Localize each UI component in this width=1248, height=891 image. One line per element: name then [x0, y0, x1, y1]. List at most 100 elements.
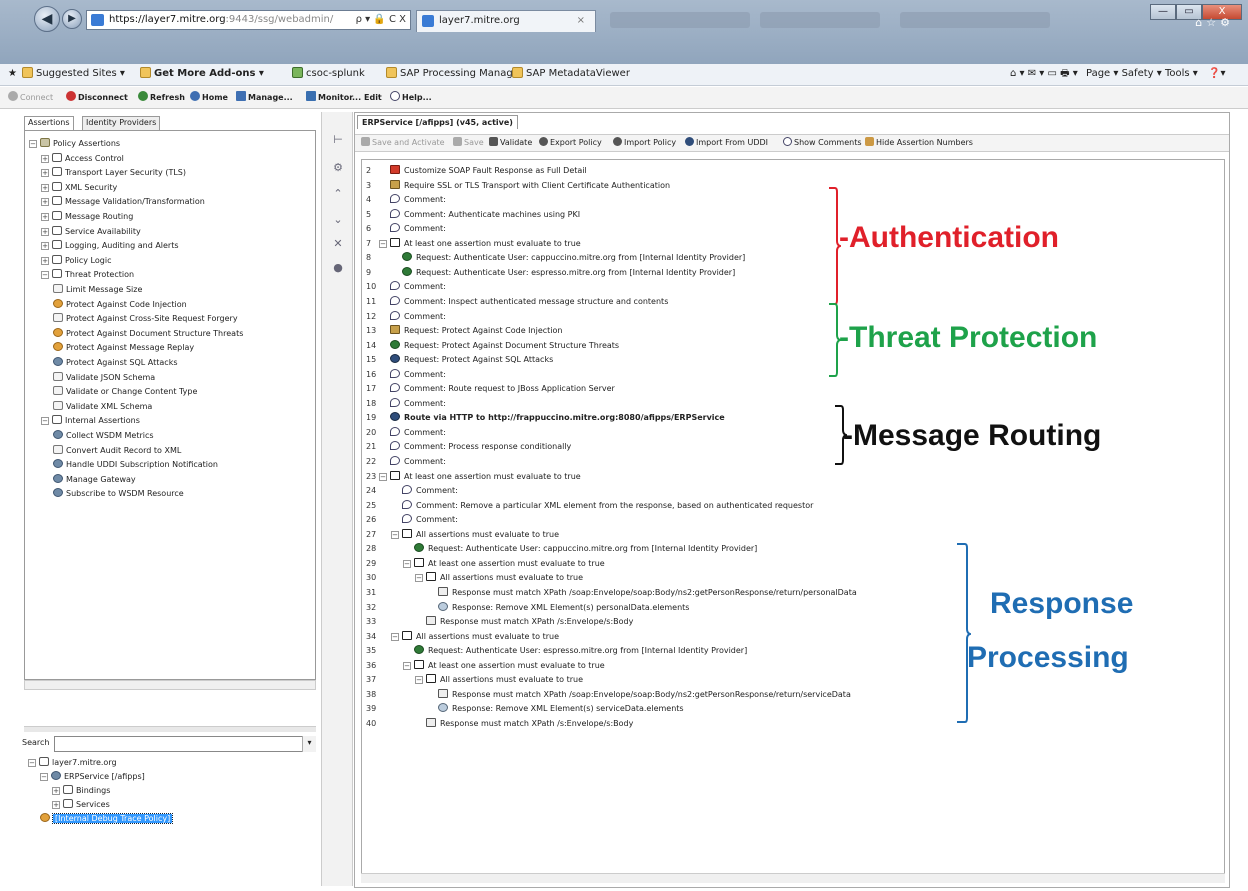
move-up-icon[interactable]: ⌃ — [330, 186, 346, 202]
policy-assertion-row[interactable]: 32 Response: Remove XML Element(s) person… — [362, 601, 962, 615]
policy-tab-title[interactable]: ERPService [/afipps] (v45, active) — [357, 115, 518, 129]
import-from-uddi-button[interactable]: Import From UDDI — [685, 135, 768, 151]
tree-node[interactable]: + Message Validation/Transformation — [41, 195, 205, 209]
add-assertion-icon[interactable]: ⊢ — [330, 132, 346, 148]
tree-node[interactable]: − layer7.mitre.org — [28, 756, 117, 770]
import-policy-button[interactable]: Import Policy — [613, 135, 676, 151]
expand-icon[interactable]: + — [41, 256, 49, 265]
policy-assertion-row[interactable]: 16 Comment: — [362, 368, 962, 382]
tree-node[interactable]: [Internal Debug Trace Policy] — [40, 812, 174, 826]
edit-menu[interactable]: Edit — [364, 87, 382, 109]
help-icon[interactable]: ❓▾ — [1208, 64, 1225, 84]
policy-assertion-row[interactable]: 40 Response must match XPath /s:Envelope/… — [362, 717, 962, 731]
tree-node[interactable]: + Policy Logic — [41, 254, 111, 268]
panel-splitter[interactable] — [24, 680, 316, 690]
refresh-button[interactable]: Refresh — [138, 87, 185, 109]
policy-assertion-row[interactable]: 17 Comment: Route request to JBoss Applic… — [362, 382, 962, 396]
search-input[interactable] — [54, 736, 316, 752]
tree-node[interactable]: Protect Against Document Structure Threa… — [53, 327, 243, 341]
tree-node[interactable]: + Services — [52, 798, 110, 812]
address-bar[interactable]: https://layer7.mitre.org:9443/ssg/webadm… — [86, 10, 411, 30]
policy-assertion-row[interactable]: 36 − At least one assertion must evaluate … — [362, 659, 962, 673]
home-button[interactable]: Home — [190, 87, 228, 109]
fav-sap-processing-manager[interactable]: SAP Processing Manager — [386, 64, 523, 84]
tree-node[interactable]: Protect Against Code Injection — [53, 298, 187, 312]
expand-icon[interactable]: + — [41, 169, 49, 178]
tree-node[interactable]: − Policy Assertions — [29, 137, 120, 151]
collapse-icon[interactable]: − — [403, 559, 411, 568]
tree-node[interactable]: Manage Gateway — [53, 473, 136, 487]
tree-node[interactable]: Validate XML Schema — [53, 400, 152, 414]
tree-node[interactable]: Protect Against Cross-Site Request Forge… — [53, 312, 238, 326]
policy-assertion-row[interactable]: 38 Response must match XPath /soap:Envelo… — [362, 688, 962, 702]
manage-button[interactable]: Manage... — [236, 87, 293, 109]
policy-assertion-row[interactable]: 23− At least one assertion must evaluate … — [362, 470, 962, 484]
policy-assertion-row[interactable]: 2 Customize SOAP Fault Response as Full D… — [362, 164, 962, 178]
collapse-icon[interactable]: − — [29, 140, 37, 148]
fav-sap-metadataviewer[interactable]: SAP MetadataViewer — [512, 64, 630, 84]
policy-assertion-row[interactable]: 5 Comment: Authenticate machines using PK… — [362, 208, 962, 222]
collapse-icon[interactable]: − — [41, 417, 49, 426]
policy-assertion-row[interactable]: 4 Comment: — [362, 193, 962, 207]
delete-icon[interactable]: ✕ — [330, 236, 346, 252]
policy-assertion-row[interactable]: 31 Response must match XPath /soap:Envelo… — [362, 586, 962, 600]
collapse-icon[interactable]: − — [379, 239, 387, 248]
tree-node[interactable]: Protect Against SQL Attacks — [53, 356, 178, 370]
policy-assertion-row[interactable]: 39 Response: Remove XML Element(s) servic… — [362, 702, 962, 716]
chevron-down-icon[interactable]: ▾ — [302, 736, 316, 752]
tree-node[interactable]: + Logging, Auditing and Alerts — [41, 239, 179, 253]
tree-node[interactable]: Convert Audit Record to XML — [53, 444, 181, 458]
policy-assertion-row[interactable]: 37 − All assertions must evaluate to true — [362, 673, 962, 687]
policy-assertion-row[interactable]: 30 − All assertions must evaluate to true — [362, 571, 962, 585]
policy-assertion-row[interactable]: 29 − At least one assertion must evaluate … — [362, 557, 962, 571]
browser-tab[interactable]: layer7.mitre.org × — [416, 10, 596, 32]
fav-suggested-sites[interactable]: Suggested Sites ▾ — [22, 64, 125, 84]
policy-assertion-row[interactable]: 34 − All assertions must evaluate to true — [362, 630, 962, 644]
collapse-icon[interactable]: − — [403, 661, 411, 670]
tree-node[interactable]: + Message Routing — [41, 210, 133, 224]
expand-icon[interactable]: + — [41, 183, 49, 192]
policy-assertion-row[interactable]: 25 Comment: Remove a particular XML eleme… — [362, 499, 962, 513]
address-tools[interactable]: ρ ▾ 🔒 C X — [356, 11, 406, 29]
panel-splitter-lower[interactable] — [24, 726, 316, 732]
tree-node[interactable]: + Bindings — [52, 784, 110, 798]
show-comments-button[interactable]: Show Comments — [783, 135, 862, 151]
fav-csoc-splunk[interactable]: csoc-splunk — [292, 64, 365, 84]
expand-icon[interactable]: + — [41, 154, 49, 163]
command-bar-icons[interactable]: ⌂ ▾ ✉ ▾ ▭ 🖶 ▾ — [1010, 64, 1078, 84]
move-down-icon[interactable]: ⌄ — [330, 212, 346, 228]
tab-close-icon[interactable]: × — [577, 11, 585, 31]
collapse-icon[interactable]: − — [379, 472, 387, 481]
tree-node[interactable]: Protect Against Message Replay — [53, 341, 194, 355]
export-policy-button[interactable]: Export Policy — [539, 135, 602, 151]
forward-icon[interactable]: ▶ — [62, 9, 82, 29]
policy-assertion-row[interactable]: 15 Request: Protect Against SQL Attacks — [362, 353, 962, 367]
hide-assertion-numbers-button[interactable]: Hide Assertion Numbers — [865, 135, 973, 151]
collapse-icon[interactable]: − — [391, 530, 399, 539]
tree-node[interactable]: Validate JSON Schema — [53, 371, 155, 385]
tree-node[interactable]: − ERPService [/afipps] — [40, 770, 145, 784]
policy-assertion-row[interactable]: 24 Comment: — [362, 484, 962, 498]
tab-identity-providers[interactable]: Identity Providers — [82, 116, 161, 130]
favorites-star-icon[interactable]: ★ — [8, 64, 17, 84]
tree-node[interactable]: Collect WSDM Metrics — [53, 429, 154, 443]
fav-get-more-addons[interactable]: Get More Add-ons ▾ — [140, 64, 264, 84]
collapse-icon[interactable]: − — [40, 773, 48, 781]
collapse-icon[interactable]: − — [391, 632, 399, 641]
tab-assertions[interactable]: Assertions — [24, 116, 74, 130]
tree-node[interactable]: + Transport Layer Security (TLS) — [41, 166, 186, 180]
tree-node[interactable]: Handle UDDI Subscription Notification — [53, 458, 218, 472]
expand-icon[interactable]: + — [52, 787, 60, 795]
validate-button[interactable]: Validate — [489, 135, 532, 151]
add-sibling-icon[interactable]: ⚙ — [330, 160, 346, 176]
save-button[interactable]: Save — [453, 135, 484, 151]
collapse-icon[interactable]: − — [415, 574, 423, 583]
expand-icon[interactable]: + — [41, 213, 49, 221]
tree-node[interactable]: + Service Availability — [41, 225, 141, 239]
tree-node[interactable]: Limit Message Size — [53, 283, 142, 297]
tree-node[interactable]: Subscribe to WSDM Resource — [53, 487, 184, 501]
minimize-button[interactable]: — — [1150, 4, 1176, 20]
policy-assertion-row[interactable]: 9 Request: Authenticate User: espresso.mi… — [362, 266, 962, 280]
browser-home-icons[interactable]: ⌂☆⚙ — [1195, 16, 1234, 29]
save-and-activate-button[interactable]: Save and Activate — [361, 135, 445, 151]
